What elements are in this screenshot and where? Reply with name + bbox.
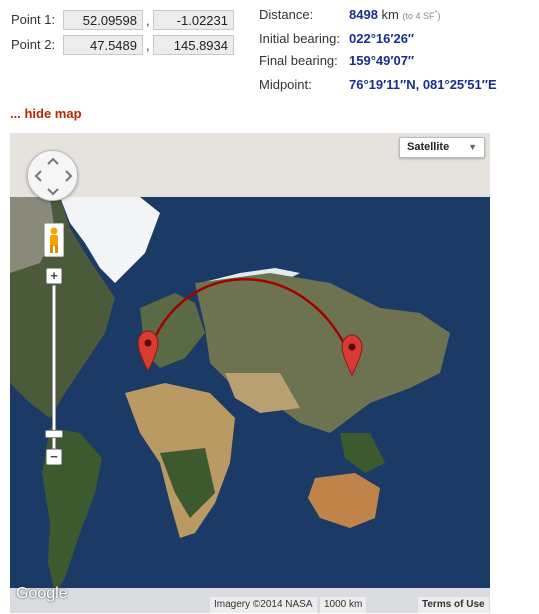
route-overlay	[137, 278, 363, 377]
great-circle-route	[146, 278, 354, 362]
marker-point1	[137, 330, 159, 373]
map-type-select[interactable]: Satellite ▼	[399, 137, 485, 158]
distance-unit: km	[377, 7, 399, 22]
midpoint-value: 76°19′11″N, 081°25′51″E	[349, 77, 497, 92]
map-view[interactable]: Satellite ▼ + − Google Imagery ©2014 NAS…	[10, 133, 490, 613]
initial-bearing-label: Initial bearing:	[259, 31, 340, 46]
distance-note-text: (to 4 SF	[402, 11, 435, 21]
distance-value: 8498 km (to 4 SF*)	[349, 7, 440, 22]
pan-arrow-down	[47, 188, 59, 196]
final-bearing-value: 159°49′07″	[349, 53, 415, 68]
pegman-head	[50, 227, 58, 235]
marker-point1-pin	[137, 330, 159, 373]
distance-number: 8498	[349, 7, 378, 22]
pan-arrow-left	[34, 170, 42, 182]
point1-lat-input[interactable]: 52.09598	[63, 10, 143, 30]
scale-label: 1000 km	[320, 597, 367, 613]
marker-point2-pin	[341, 334, 363, 377]
pan-arrow-right	[65, 170, 73, 182]
pan-arrow-up	[47, 157, 59, 165]
pegman-body	[50, 235, 58, 246]
zoom-out-button[interactable]: −	[46, 449, 62, 465]
distance-note-end: )	[437, 11, 441, 21]
point1-label: Point 1:	[11, 12, 56, 27]
point2-lat-input[interactable]: 47.5489	[63, 35, 143, 55]
midpoint-label: Midpoint:	[259, 77, 312, 92]
imagery-attribution: Imagery ©2014 NASA	[210, 597, 317, 613]
point2-lon-input[interactable]: 145.8934	[153, 35, 234, 55]
marker-point1-dot	[144, 339, 152, 347]
zoom-slider-handle[interactable]	[45, 430, 63, 438]
google-logo[interactable]: Google	[16, 585, 68, 603]
zoom-in-button[interactable]: +	[46, 268, 62, 284]
pegman-figure	[50, 227, 58, 253]
point1-lon-input[interactable]: -1.02231	[153, 10, 234, 30]
pan-arrows-icon	[34, 157, 73, 196]
pan-control[interactable]	[27, 150, 78, 201]
distance-note: (to 4 SF*)	[402, 8, 441, 21]
zoom-slider-track[interactable]	[52, 285, 56, 449]
distance-label: Distance:	[259, 7, 314, 22]
marker-point2-dot	[348, 343, 356, 351]
hide-map-link[interactable]: ... hide map	[10, 106, 82, 121]
initial-bearing-value: 022°16′26″	[349, 31, 415, 46]
final-bearing-label: Final bearing:	[259, 53, 338, 68]
marker-point2	[341, 334, 363, 377]
point2-comma: ,	[146, 38, 150, 53]
pegman-leg-left	[50, 245, 53, 253]
terms-link[interactable]: Terms of Use	[418, 597, 489, 613]
point1-comma: ,	[146, 13, 150, 28]
point2-label: Point 2:	[11, 37, 56, 52]
street-view-pegman-icon[interactable]	[44, 223, 64, 257]
map-type-label: Satellite	[407, 141, 450, 153]
chevron-down-icon: ▼	[468, 142, 477, 152]
pegman-leg-right	[55, 245, 58, 253]
